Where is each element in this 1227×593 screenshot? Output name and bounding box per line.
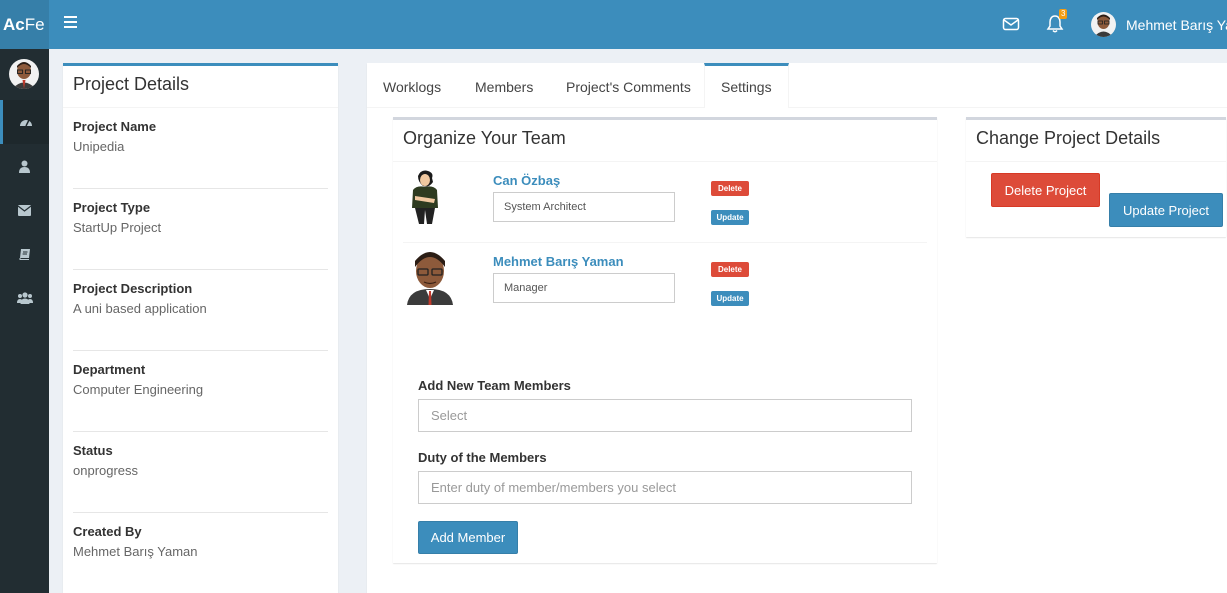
envelope-icon[interactable] [1002, 16, 1020, 32]
project-details-box: Project Details Project Name Unipedia Pr… [63, 63, 338, 593]
dashboard-icon [20, 119, 32, 127]
member-duty-input[interactable] [493, 273, 675, 303]
logo-bold: Ac [3, 15, 25, 34]
update-member-button[interactable]: Update [711, 210, 749, 225]
tabs-panel: Worklogs Members Project's Comments Sett… [367, 63, 1227, 593]
detail-value: Computer Engineering [73, 382, 204, 397]
delete-member-button[interactable]: Delete [711, 262, 749, 277]
detail-project-type: Project Type StartUp Project [73, 189, 328, 270]
detail-label: Project Description [73, 281, 193, 296]
sidebar-avatar[interactable] [9, 59, 39, 89]
top-navbar: 3 Mehmet Barış Yaman [49, 0, 1227, 49]
delete-member-button[interactable]: Delete [711, 181, 749, 196]
user-icon [19, 160, 30, 173]
sidebar-item-projects[interactable] [0, 232, 49, 276]
tab-worklogs[interactable]: Worklogs [367, 63, 457, 108]
detail-value: StartUp Project [73, 220, 162, 235]
organize-team-box: Organize Your Team Can Özbaş Delete Upda… [393, 117, 937, 563]
update-member-button[interactable]: Update [711, 291, 749, 306]
detail-project-description: Project Description A uni based applicat… [73, 270, 328, 351]
sidebar [0, 49, 49, 593]
notification-badge: 3 [1059, 9, 1068, 19]
add-member-button[interactable]: Add Member [418, 521, 518, 554]
project-details-title: Project Details [63, 66, 338, 108]
member-avatar [405, 249, 455, 305]
sidebar-item-teams[interactable] [0, 276, 49, 320]
logo-rest: Fe [24, 15, 45, 34]
detail-label: Department [73, 362, 146, 377]
envelope-icon [18, 204, 31, 216]
detail-label: Status [73, 443, 113, 458]
book-icon [19, 249, 30, 260]
member-duty-input[interactable] [493, 192, 675, 222]
tab-bar: Worklogs Members Project's Comments Sett… [367, 63, 1227, 108]
member-name[interactable]: Mehmet Barış Yaman [493, 254, 624, 269]
sidebar-item-profile[interactable] [0, 144, 49, 188]
detail-project-name: Project Name Unipedia [73, 108, 328, 189]
detail-value: onprogress [73, 463, 139, 478]
detail-value: Unipedia [73, 139, 125, 154]
user-menu[interactable]: Mehmet Barış Yaman [1091, 12, 1227, 37]
team-member-row: Mehmet Barış Yaman Delete Update [403, 243, 927, 324]
detail-label: Created By [73, 524, 142, 539]
detail-value: Mehmet Barış Yaman [73, 544, 198, 559]
detail-created-by: Created By Mehmet Barış Yaman [73, 513, 328, 593]
avatar [1091, 12, 1116, 37]
organize-team-title: Organize Your Team [393, 120, 937, 162]
member-select[interactable]: Select [418, 399, 912, 432]
team-member-row: Can Özbaş Delete Update [403, 162, 927, 243]
menu-toggle-icon[interactable] [64, 16, 77, 32]
member-name[interactable]: Can Özbaş [493, 173, 560, 188]
delete-project-button[interactable]: Delete Project [991, 173, 1100, 207]
detail-value: A uni based application [73, 301, 207, 316]
duty-input[interactable]: Enter duty of member/members you select [418, 471, 912, 504]
detail-label: Project Type [73, 200, 151, 215]
detail-department: Department Computer Engineering [73, 351, 328, 432]
project-details-list: Project Name Unipedia Project Type Start… [63, 108, 338, 593]
change-project-box: Change Project Details Delete Project Up… [966, 117, 1226, 237]
app-logo[interactable]: AcFe [0, 0, 49, 49]
tab-members[interactable]: Members [459, 63, 549, 108]
detail-status: Status onprogress [73, 432, 328, 513]
user-name: Mehmet Barış Yaman [1126, 16, 1227, 33]
tab-settings[interactable]: Settings [704, 63, 789, 108]
sidebar-item-messages[interactable] [0, 188, 49, 232]
duty-label: Duty of the Members [418, 450, 547, 465]
member-avatar [405, 168, 455, 224]
change-project-title: Change Project Details [966, 120, 1226, 162]
update-project-button[interactable]: Update Project [1109, 193, 1223, 227]
users-icon [16, 292, 33, 304]
sidebar-item-dashboard[interactable] [0, 100, 49, 144]
add-members-label: Add New Team Members [418, 378, 571, 393]
member-select-placeholder: Select [431, 408, 468, 423]
detail-label: Project Name [73, 119, 157, 134]
tab-comments[interactable]: Project's Comments [550, 63, 707, 108]
duty-input-placeholder: Enter duty of member/members you select [431, 480, 676, 495]
